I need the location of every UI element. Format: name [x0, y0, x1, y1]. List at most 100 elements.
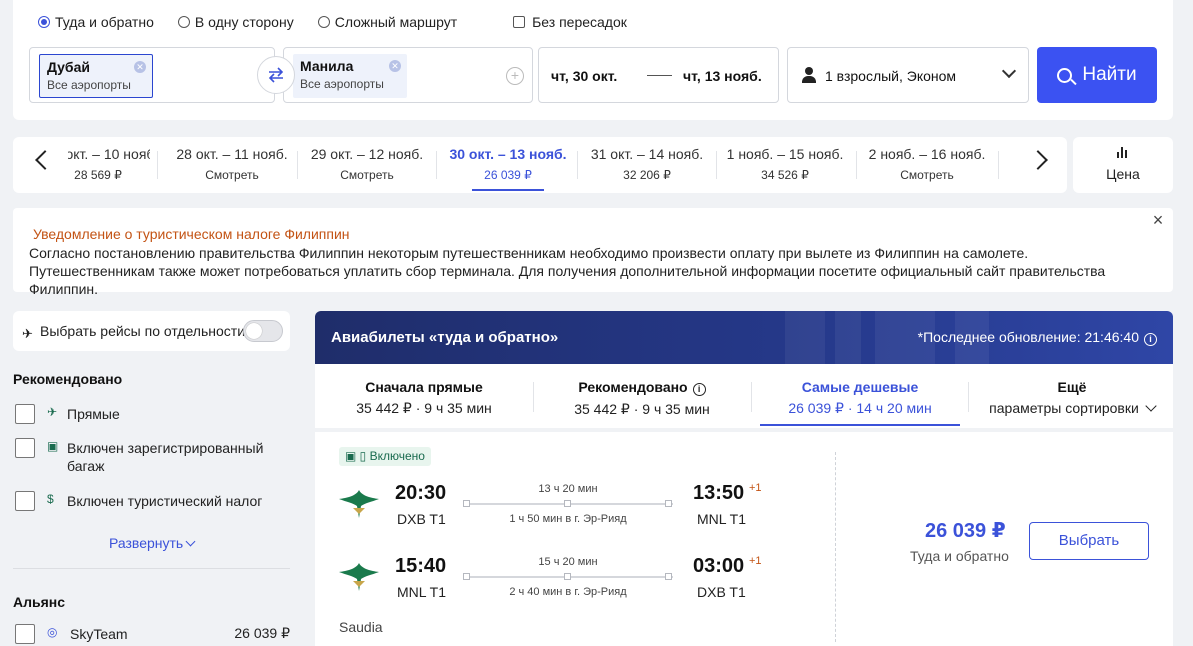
passengers-field[interactable]: 1 взрослый, Эконом: [787, 47, 1029, 103]
sort-tab-sub-text: параметры сортировки: [989, 400, 1139, 416]
expand-filters-link[interactable]: Развернуть: [109, 535, 196, 551]
results-title: Авиабилеты «туда и обратно»: [331, 329, 559, 346]
dates-field[interactable]: чт, 30 окт. чт, 13 нояб.: [538, 47, 779, 103]
date-cell[interactable]: 29 окт. – 12 нояб. Смотреть: [303, 137, 431, 193]
clear-icon[interactable]: ✕: [389, 60, 401, 72]
price-chart-label: Цена: [1106, 166, 1140, 182]
sort-tab-title-text: Рекомендовано: [578, 379, 688, 395]
sort-tab-more[interactable]: Ещё параметры сортировки: [987, 364, 1157, 428]
sort-tab-title: Ещё: [1057, 379, 1087, 395]
swap-cities-button[interactable]: [257, 56, 295, 94]
included-badge: ▣ ▯ Включено: [339, 447, 431, 466]
clear-icon[interactable]: ✕: [134, 61, 146, 73]
sort-tab-sub: 35 442 ₽ · 9 ч 35 мин: [574, 401, 710, 417]
from-city-sub: Все аэропорты: [47, 78, 131, 92]
date-range: 29 окт. – 12 нояб.: [310, 146, 424, 162]
date-cell-clip: 27 окт. – 10 нояб. 28 569 ₽: [68, 137, 150, 193]
to-field[interactable]: Манила Все аэропорты ✕ +: [283, 47, 533, 103]
info-icon[interactable]: i: [692, 383, 706, 396]
filter-checkbox[interactable]: [15, 624, 35, 644]
select-button[interactable]: Выбрать: [1029, 522, 1149, 560]
trip-type-multicity[interactable]: Сложный маршрут: [317, 14, 458, 30]
trip-type-roundtrip[interactable]: Туда и обратно: [38, 14, 154, 30]
date-cell-active[interactable]: 30 окт. – 13 нояб. 26 039 ₽: [449, 137, 567, 193]
to-city-chip[interactable]: Манила Все аэропорты ✕: [293, 54, 407, 98]
sort-tab-cheapest[interactable]: Самые дешевые 26 039 ₽ · 14 ч 20 мин: [760, 364, 960, 428]
bar-chart-icon: [1117, 146, 1129, 158]
layover-info: 2 ч 40 мин в г. Эр-Рияд: [509, 586, 627, 598]
filter-label: Прямые: [67, 406, 120, 422]
search-button[interactable]: Найти: [1037, 47, 1157, 103]
alliance-title: Альянс: [13, 594, 66, 610]
ticket-price: 26 039 ₽: [925, 520, 1006, 542]
chevron-down-icon: [1145, 400, 1157, 412]
separate-flights-toggle[interactable]: [243, 320, 283, 342]
filter-baggage[interactable]: ▣ Включен зарегистрированный багаж: [13, 438, 290, 476]
sort-tab-title: Самые дешевые: [801, 379, 919, 395]
sort-tab-sub: 35 442 ₽ · 9 ч 35 мин: [356, 400, 492, 416]
radio-multicity[interactable]: [317, 16, 330, 28]
date-cell[interactable]: 27 окт. – 10 нояб. 28 569 ₽: [68, 137, 150, 193]
from-city-name: Дубай: [47, 59, 90, 75]
date-range: 31 окт. – 14 нояб.: [590, 146, 704, 162]
direct-only-checkbox[interactable]: [513, 16, 526, 28]
sort-separator: [968, 382, 969, 412]
filter-checkbox[interactable]: [15, 491, 35, 511]
trip-type-label: Сложный маршрут: [334, 14, 458, 30]
from-field[interactable]: Дубай Все аэропорты ✕: [29, 47, 275, 103]
day-offset: +1: [749, 482, 762, 494]
filter-label: Включен туристический налог: [67, 493, 263, 509]
date-cell[interactable]: 2 нояб. – 16 нояб. Смотреть: [863, 137, 991, 193]
date-out[interactable]: чт, 30 окт.: [551, 68, 617, 84]
route-dot: [665, 500, 672, 507]
date-cell[interactable]: 31 окт. – 14 нояб. 32 206 ₽: [585, 137, 709, 193]
filter-checkbox[interactable]: [15, 404, 35, 424]
from-city-chip[interactable]: Дубай Все аэропорты ✕: [39, 54, 153, 98]
filter-tax[interactable]: $ Включен туристический налог: [13, 491, 290, 511]
header-decor: [835, 311, 861, 364]
sort-tab-title: Сначала прямые: [365, 379, 483, 395]
separate-flights-toggle-row: ✈ Выбрать рейсы по отдельности: [13, 311, 290, 351]
filter-checkbox[interactable]: [15, 438, 35, 458]
date-separator: [856, 151, 857, 179]
date-range: 1 нояб. – 15 нояб.: [726, 146, 844, 162]
filter-label: SkyTeam: [70, 626, 128, 642]
close-icon[interactable]: ×: [1151, 211, 1165, 229]
chevron-right-icon[interactable]: [1028, 150, 1048, 170]
sort-tab-recommended[interactable]: Рекомендовано i 35 442 ₽ · 9 ч 35 мин: [553, 364, 731, 428]
sort-tab-direct[interactable]: Сначала прямые 35 442 ₽ · 9 ч 35 мин: [335, 364, 513, 428]
trip-type-label: В одну сторону: [194, 14, 294, 30]
date-price: 26 039 ₽: [484, 168, 532, 182]
info-icon[interactable]: i: [1144, 333, 1157, 346]
date-price: 34 526 ₽: [761, 168, 809, 182]
recommended-title: Рекомендовано: [13, 371, 123, 387]
ticket-card[interactable]: ▣ ▯ Включено 20:30 DXB T1 13 ч 20 мин 1 …: [315, 432, 1173, 646]
departure-time: 15:40: [395, 555, 447, 577]
date-back[interactable]: чт, 13 нояб.: [683, 68, 762, 84]
date-cell[interactable]: 28 окт. – 11 нояб. Смотреть: [165, 137, 299, 193]
date-range: 27 окт. – 10 нояб.: [68, 146, 150, 162]
notice-title: Уведомление о туристическом налоге Филип…: [33, 226, 350, 242]
last-updated: *Последнее обновление: 21:46:40 i: [918, 329, 1157, 346]
day-offset: +1: [749, 555, 762, 567]
to-city-sub: Все аэропорты: [300, 77, 384, 91]
radio-oneway[interactable]: [177, 16, 190, 28]
route-dot: [463, 573, 470, 580]
date-separator: [157, 151, 158, 179]
price-chart-button[interactable]: Цена: [1073, 137, 1173, 193]
date-separator: [998, 151, 999, 179]
route-line: [463, 573, 673, 580]
direct-only-label: Без пересадок: [532, 14, 627, 30]
direct-only-option[interactable]: Без пересадок: [513, 14, 627, 30]
sort-separator: [533, 382, 534, 412]
chevron-left-icon[interactable]: [35, 150, 55, 170]
filter-direct[interactable]: ✈ Прямые: [13, 404, 290, 424]
radio-roundtrip[interactable]: [38, 16, 50, 28]
departure-airport: DXB T1: [397, 511, 446, 527]
add-city-icon[interactable]: +: [506, 67, 524, 85]
trip-type-oneway[interactable]: В одну сторону: [177, 14, 294, 30]
date-cell[interactable]: 1 нояб. – 15 нояб. 34 526 ₽: [723, 137, 847, 193]
filter-skyteam[interactable]: ◎ SkyTeam 26 039 ₽: [13, 624, 290, 644]
flight-leg-return: 15:40 MNL T1 15 ч 20 мин 2 ч 40 мин в г.…: [339, 555, 799, 605]
flight-duration: 15 ч 20 мин: [538, 556, 598, 568]
